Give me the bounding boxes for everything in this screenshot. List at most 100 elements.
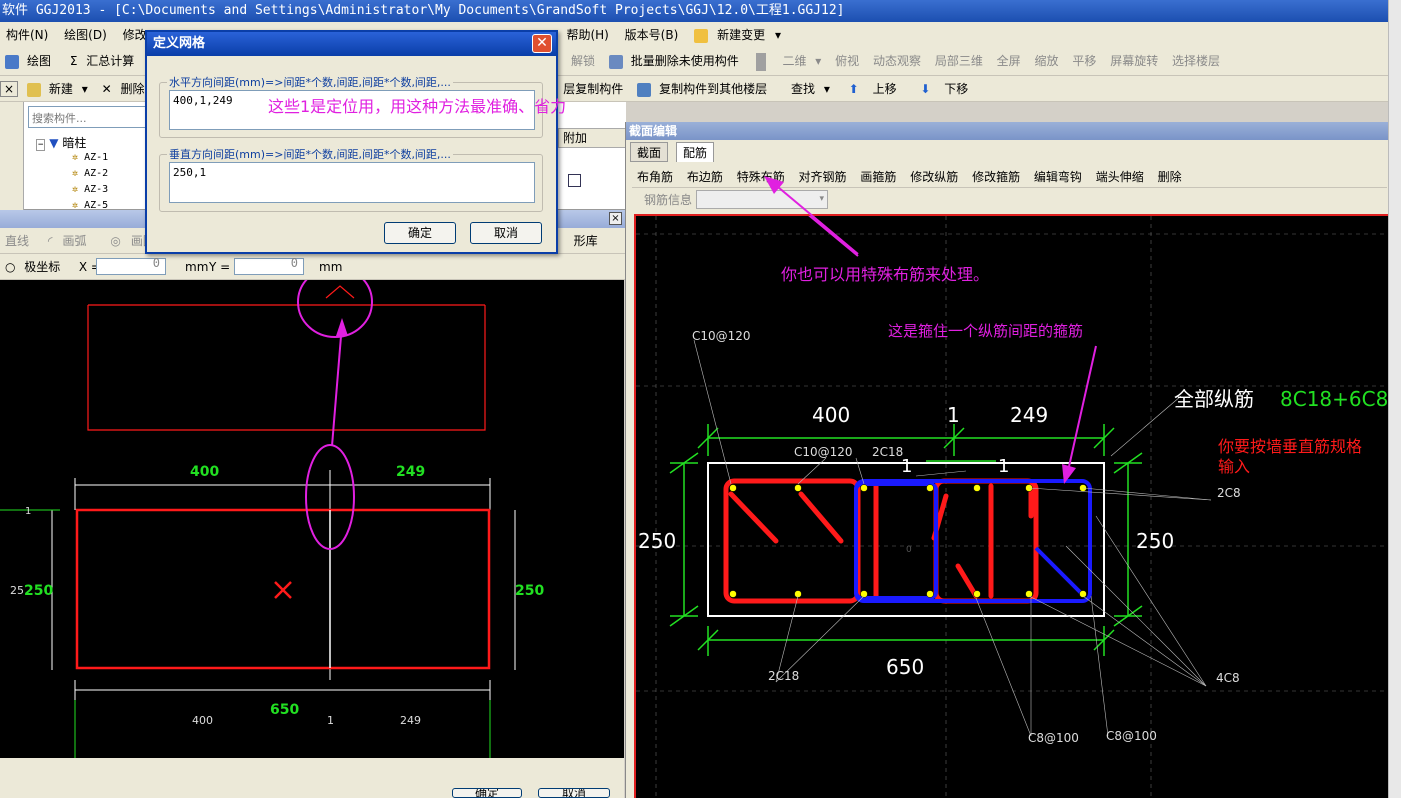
stirrup-label-c8-b: C8@100: [1106, 729, 1157, 743]
component-icon: ✲: [72, 200, 79, 210]
close-panel-icon[interactable]: ×: [0, 81, 19, 97]
rebar-label-2c18-top: 2C18: [872, 445, 903, 459]
line-tool[interactable]: 直线: [0, 228, 34, 253]
all-rebar-value: 8C18+6C8: [1280, 387, 1388, 411]
vertical-label: 垂直方向间距(mm)=>间距*个数,间距,间距*个数,间距,...: [167, 146, 453, 162]
layer-copy-button[interactable]: 层复制构件: [558, 76, 628, 101]
arrow-down-icon: ⬇: [920, 82, 931, 96]
section-dim-1-top: 1: [947, 403, 960, 427]
wall-rebar-note-2: 输入: [1218, 457, 1250, 476]
screen-rotate-button[interactable]: 屏幕旋转: [1105, 48, 1163, 74]
section-dim-250-right: 250: [1136, 529, 1174, 553]
edge-rebar-tool[interactable]: 布边筋: [682, 164, 728, 187]
arc-tool[interactable]: ◜ 画弧: [38, 228, 97, 253]
edit-hook-tool[interactable]: 编辑弯钩: [1029, 164, 1087, 187]
dialog-title: 定义网格: [147, 32, 556, 56]
section-center-zero: 0: [906, 545, 912, 555]
left-drawing-canvas[interactable]: 400 249 25 250 250 650 400 1 249 1: [0, 266, 624, 758]
copy-to-floors-button[interactable]: 复制构件到其他楼层: [632, 76, 777, 101]
vertical-spacing-input[interactable]: 250,1: [169, 162, 535, 203]
tree-item-az1[interactable]: ✲ AZ-1: [72, 152, 108, 163]
x-coordinate-input[interactable]: 0: [96, 257, 166, 275]
annotation-circle-top: [297, 266, 373, 338]
zoom-button[interactable]: 缩放: [1030, 48, 1064, 74]
polar-radio[interactable]: ○ 极坐标: [0, 254, 70, 279]
left-cancel-button[interactable]: 取消: [538, 788, 610, 798]
rebar-label-2c8: 2C8: [1217, 486, 1241, 500]
y-label: Y =: [209, 260, 231, 274]
rebar-label-4c8: 4C8: [1216, 671, 1240, 685]
stirrup-annotation: 这是箍住一个纵筋间距的箍筋: [888, 322, 1083, 340]
upper-red-notch: [325, 285, 355, 299]
left-canvas-svg: 400 249 25 250 250 650 400 1 249 1: [0, 266, 544, 758]
dynamic-view-button[interactable]: 动态观察: [868, 48, 926, 74]
left-ok-button[interactable]: 确定: [452, 788, 522, 798]
window-title: 软件 GGJ2013 - [C:\Documents and Settings\…: [0, 0, 1388, 22]
summary-calc-button[interactable]: Σ 汇总计算: [65, 48, 144, 74]
left-dim-250: 250: [24, 583, 53, 599]
view-2d-select[interactable]: 二维 ▾: [772, 48, 826, 74]
stirrup-label-c10-top: C10@120: [692, 329, 751, 343]
move-down-button[interactable]: ⬇ 下移: [910, 76, 978, 101]
section-dim-400: 400: [812, 403, 850, 427]
menu-component[interactable]: 构件(N): [0, 22, 54, 48]
dialog-cancel-button[interactable]: 取消: [470, 222, 542, 244]
move-up-button[interactable]: ⬆ 上移: [839, 76, 907, 101]
tree-item-az2[interactable]: ✲ AZ-2: [72, 168, 108, 179]
corner-rebar-tool[interactable]: 布角筋: [632, 164, 678, 187]
draw-button[interactable]: 绘图: [0, 48, 61, 74]
arrow-up-icon: ⬆: [848, 82, 859, 96]
menu-new-change[interactable]: 新建变更 ▾: [688, 22, 787, 48]
menu-help[interactable]: 帮助(H): [560, 22, 614, 48]
editor-close-icon[interactable]: ×: [609, 212, 622, 225]
shape-library-button[interactable]: 形库: [569, 228, 603, 253]
collapse-icon[interactable]: −: [36, 139, 46, 151]
modify-stirrup-tool[interactable]: 修改箍筋: [967, 164, 1025, 187]
delete-tool[interactable]: 删除: [1153, 164, 1187, 187]
dialog-close-icon[interactable]: ✕: [532, 34, 552, 53]
toolbar-separator: [755, 52, 766, 71]
top-view-button[interactable]: 俯视: [830, 48, 864, 74]
red-stirrups: [723, 478, 1039, 604]
batch-delete-button[interactable]: 批量删除未使用构件: [604, 48, 749, 74]
draw-icon: [5, 54, 19, 69]
attach-checkbox[interactable]: [568, 174, 581, 187]
local-3d-button[interactable]: 局部三维: [930, 48, 988, 74]
tab-section[interactable]: 截面: [630, 142, 669, 162]
side-grid-1: 1: [25, 506, 31, 517]
unlock-button[interactable]: 解锁: [566, 48, 600, 74]
tree-item-az3[interactable]: ✲ AZ-3: [72, 184, 108, 195]
bottom-dim-400: 400: [192, 714, 213, 727]
tree-item-az5[interactable]: ✲ AZ-5: [72, 200, 108, 210]
tree-root-anzhu[interactable]: − ▼ 暗柱: [36, 134, 86, 151]
rebar-label-2c18-bottom: 2C18: [768, 669, 799, 683]
bottom-dim-1: 1: [327, 714, 334, 727]
grid-annotation-text: 这些1是定位用，用这种方法最准确、省力: [268, 97, 567, 116]
pan-button[interactable]: 平移: [1067, 48, 1101, 74]
special-rebar-pointer: [764, 176, 859, 255]
all-rebar-label: 全部纵筋: [1174, 387, 1254, 411]
circle-icon: ◎: [110, 234, 121, 248]
coordinate-bar: ○ 极坐标 X = 0 mm Y = 0 mm: [0, 254, 626, 280]
new-button[interactable]: 新建 ▾: [22, 76, 93, 101]
end-extend-tool[interactable]: 端头伸缩: [1091, 164, 1149, 187]
select-floor-button[interactable]: 选择楼层: [1167, 48, 1225, 74]
section-dim-650: 650: [886, 655, 924, 679]
menu-draw[interactable]: 绘图(D): [58, 22, 113, 48]
left-dim-249: 249: [396, 464, 425, 480]
modify-longitudinal-tool[interactable]: 修改纵筋: [905, 164, 963, 187]
section-dim-250-left: 250: [638, 529, 676, 553]
menu-version[interactable]: 版本号(B): [619, 22, 685, 48]
find-button[interactable]: 查找 ▾: [781, 76, 835, 101]
component-search-input[interactable]: 搜索构件...: [28, 106, 148, 128]
new-icon: [26, 82, 41, 97]
y-coordinate-input[interactable]: 0: [234, 257, 304, 275]
center-marker: [274, 581, 292, 599]
section-canvas[interactable]: 你也可以用特殊布筋来处理。 这是箍住一个纵筋间距的箍筋 C10@120 C10@…: [634, 187, 1389, 798]
dialog-ok-button[interactable]: 确定: [384, 222, 456, 244]
left-dim-25: 25: [10, 584, 24, 597]
fullscreen-button[interactable]: 全屏: [992, 48, 1026, 74]
tab-reinforcement[interactable]: 配筋: [676, 142, 715, 162]
stirrup-label-c10-mid: C10@120: [794, 445, 853, 459]
special-pointer-line: [771, 181, 859, 255]
